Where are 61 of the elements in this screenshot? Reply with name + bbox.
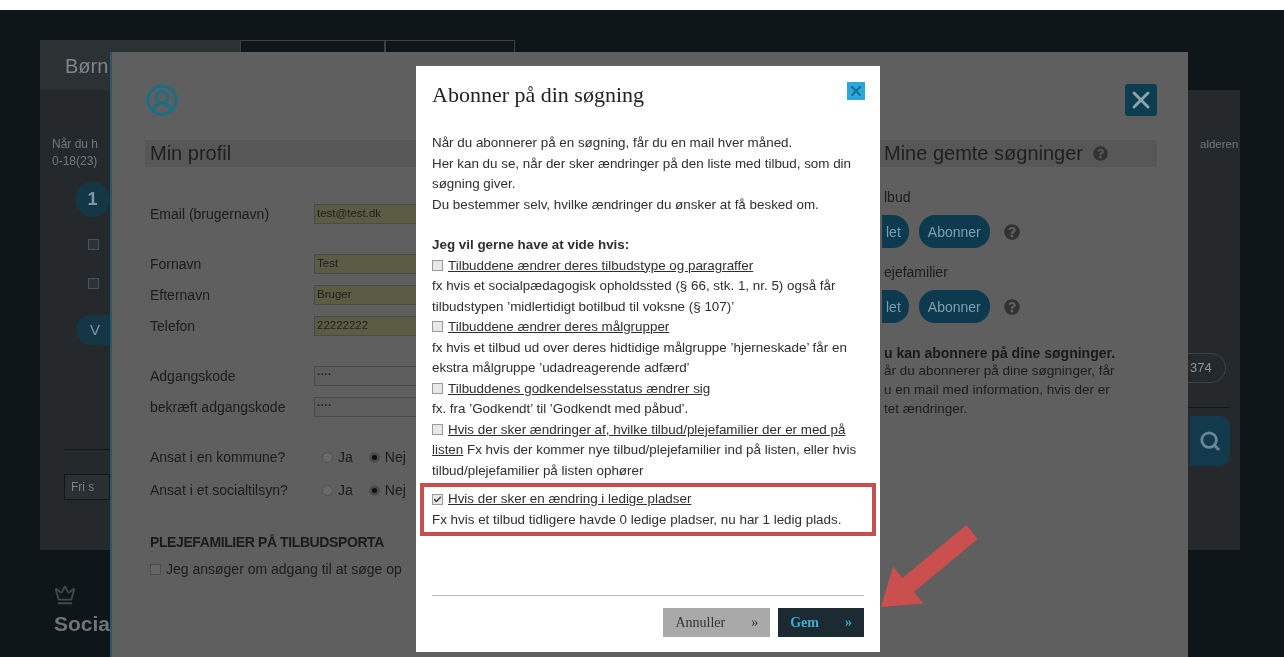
info-text: tet ændringer.	[884, 400, 968, 418]
help-icon[interactable]	[1003, 298, 1020, 315]
pill-button[interactable]: let	[882, 290, 909, 323]
intro-text: Når du h	[52, 136, 99, 153]
checkbox[interactable]	[432, 321, 443, 332]
field-label: bekræft adgangskode	[150, 399, 287, 415]
info-heading: u kan abonnere på dine søgninger.	[884, 345, 1116, 361]
option-link[interactable]: Hvis der sker en ændring i ledige pladser	[448, 491, 692, 506]
save-button[interactable]: Gem »	[778, 608, 864, 637]
logo-text: Socia	[54, 612, 111, 636]
pill-button[interactable]: let	[882, 215, 909, 248]
close-button[interactable]	[847, 82, 865, 100]
search-icon	[1199, 430, 1221, 452]
cancel-button[interactable]: Annuller »	[663, 608, 771, 637]
intro-text: 0-18(23)	[52, 153, 98, 170]
field-label: Email (brugernavn)	[150, 206, 271, 222]
checkbox[interactable]	[88, 239, 99, 250]
dialog-title: Abonner på din søgning	[432, 82, 645, 108]
question-label: Ansat i en kommune?	[150, 449, 287, 465]
help-icon[interactable]	[1093, 146, 1108, 161]
field-label: Adgangskode	[150, 368, 237, 384]
group-label: ejefamilier	[884, 264, 948, 280]
close-icon	[848, 83, 864, 99]
radio-label: Nej	[384, 482, 406, 498]
checkbox[interactable]	[432, 259, 443, 271]
radio-label: Ja	[338, 449, 353, 465]
help-icon[interactable]	[1003, 223, 1020, 240]
checkbox-label: Jeg ansøger om adgang til at søge op	[166, 561, 402, 577]
checkbox[interactable]	[432, 382, 443, 394]
info-text: u en mail med information, hvis der er	[884, 381, 1110, 399]
radio-button[interactable]	[322, 484, 333, 496]
pill-button[interactable]: Abonner	[918, 215, 990, 248]
question-label: Ansat i et socialtilsyn?	[150, 482, 289, 498]
radio-label: Ja	[338, 482, 353, 498]
option-description: Fx hvis et tilbud tidligere havde 0 ledige pladser, nu har 1 ledig plads.	[432, 510, 843, 529]
checkbox[interactable]	[432, 423, 443, 435]
close-button[interactable]	[1125, 84, 1157, 116]
profile-icon	[145, 83, 179, 117]
action-button[interactable]: V	[76, 315, 110, 345]
field-label: Fornavn	[150, 256, 203, 272]
radio-button[interactable]	[368, 484, 380, 496]
section-heading: Mine gemte søgninger	[884, 142, 1083, 165]
info-text: år du abonnerer på dine søgninger, får	[884, 362, 1115, 380]
options-heading: Jeg vil gerne have at vide hvis:	[432, 236, 631, 254]
checkbox[interactable]	[432, 494, 443, 505]
field-label: Telefon	[150, 318, 197, 334]
checkbox[interactable]	[150, 563, 161, 575]
section-heading: PLEJEFAMILIER PÅ TILBUDSPORTA	[149, 534, 384, 552]
field-label: Efternavn	[150, 287, 211, 303]
checkbox[interactable]	[88, 278, 99, 289]
radio-button[interactable]	[322, 451, 333, 463]
crown-icon	[54, 584, 76, 606]
radio-label: Nej	[384, 449, 406, 465]
search-field[interactable]: Fri s	[64, 474, 110, 500]
group-label: lbud	[884, 189, 911, 205]
step-badge: 1	[75, 182, 110, 217]
search-button[interactable]	[1190, 416, 1230, 466]
pill-button[interactable]: Abonner	[918, 290, 990, 323]
option-text[interactable]: Hvis der sker ændringer af, hvilke tilbud/plejefamilier der er med på listen Fx hvis der kommer nye tilbud/plejefamilier ind på listen, eller hvis tilbud/plejefamilier på listen ophører	[432, 419, 864, 481]
intro-text: alderen	[1200, 137, 1239, 152]
radio-button[interactable]	[368, 451, 380, 463]
